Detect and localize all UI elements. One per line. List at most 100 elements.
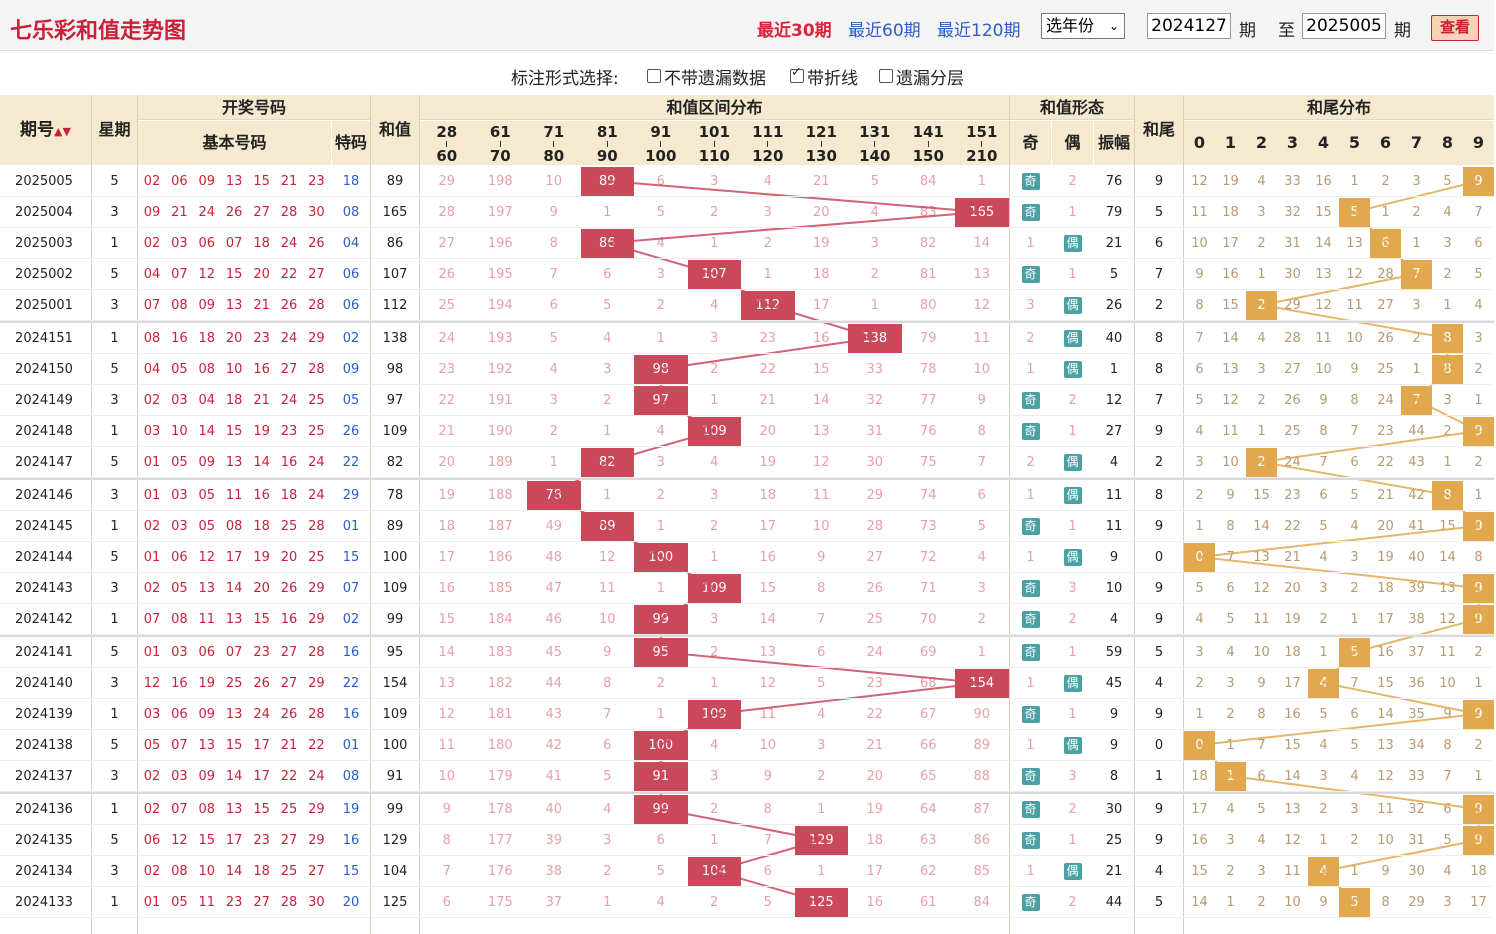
- range-miss-cell: 1: [763, 267, 772, 282]
- range-miss-cell: 8: [549, 236, 558, 251]
- basic-number: 01: [143, 488, 161, 503]
- sum-hit-cell: 91: [634, 762, 688, 791]
- tail-miss-cell: 20: [1284, 581, 1301, 596]
- range-miss-cell: 5: [763, 895, 772, 910]
- even-badge: 偶: [1063, 863, 1082, 880]
- range-miss-cell: 11: [438, 738, 456, 753]
- basic-number: 25: [308, 393, 325, 408]
- range-miss-cell: 3: [977, 581, 986, 596]
- sum-hit-cell: 99: [634, 605, 688, 634]
- tail-miss-cell: 13: [1315, 267, 1332, 282]
- issue-header[interactable]: 期号▲▼: [0, 95, 91, 165]
- year-select[interactable]: 选年份 ⌄: [1041, 13, 1125, 39]
- tail-miss-cell: 5: [1195, 393, 1204, 408]
- checkbox-icon[interactable]: [879, 69, 893, 83]
- tail-header-cell: 0: [1184, 121, 1215, 165]
- range-miss-cell: 68: [919, 676, 937, 691]
- odd-cell: 奇: [1010, 761, 1051, 792]
- tail-miss-cell: 3: [1350, 550, 1359, 565]
- tail-cell: 1: [1154, 769, 1164, 784]
- tail-miss-cell: 7: [1195, 331, 1204, 346]
- checkbox-icon[interactable]: [647, 69, 661, 83]
- tail-miss-cell: 2: [1226, 707, 1235, 722]
- range-miss-cell: 16: [812, 331, 830, 346]
- tail-cell: 9: [1154, 424, 1164, 439]
- sum-hit-cell: 125: [794, 888, 848, 917]
- issue-to-input[interactable]: 2025005: [1302, 13, 1386, 39]
- range-miss-cell: 4: [549, 362, 558, 377]
- tail-miss-cell: 1: [1350, 612, 1359, 627]
- range-miss-cell: 4: [870, 205, 879, 220]
- basic-number: 21: [253, 393, 270, 408]
- range-miss-cell: 2: [656, 298, 665, 313]
- range-miss-cell: 10: [598, 612, 616, 627]
- sum-cell: 104: [382, 864, 408, 879]
- range-miss-cell: 80: [919, 298, 937, 313]
- checkbox-checked-icon[interactable]: [790, 65, 804, 83]
- option-polyline[interactable]: 带折线: [790, 64, 858, 89]
- range-high: 120: [752, 147, 784, 165]
- odd-badge: 奇: [1021, 266, 1040, 283]
- range-miss-cell: 77: [919, 393, 937, 408]
- range-miss-cell: 18: [438, 519, 456, 534]
- basic-number: 14: [225, 769, 243, 784]
- issue-cell: 2024144: [15, 550, 73, 565]
- range-miss-cell: 183: [487, 645, 513, 660]
- view-button[interactable]: 查看: [1431, 15, 1479, 41]
- group-divider: [0, 478, 1494, 480]
- issue-cell: 2024141: [15, 645, 73, 660]
- basic-number: 28: [308, 362, 325, 377]
- amp-cell: 25: [1105, 833, 1123, 848]
- basic-number: 20: [280, 550, 298, 565]
- tail-miss-cell: 12: [1315, 298, 1332, 313]
- range-miss-cell: 66: [919, 738, 937, 753]
- period-120-link[interactable]: 最近120期: [937, 16, 1020, 41]
- range-miss-cell: 29: [866, 488, 884, 503]
- range-miss-cell: 24: [438, 331, 456, 346]
- issue-cell: 2025004: [15, 205, 73, 220]
- period-30-link[interactable]: 最近30期: [757, 16, 832, 41]
- issue-from-input[interactable]: 2024127: [1147, 13, 1231, 39]
- range-miss-cell: 176: [487, 864, 513, 879]
- tail-header-cell: 2: [1246, 121, 1277, 165]
- tail-miss-cell: 1: [1412, 236, 1421, 251]
- tail-miss-cell: 19: [1284, 612, 1301, 627]
- tail-miss-cell: 14: [1284, 769, 1301, 784]
- tail-miss-cell: 23: [1284, 488, 1301, 503]
- basic-number: 13: [225, 707, 243, 722]
- period-60-link[interactable]: 最近60期: [848, 16, 921, 41]
- range-miss-cell: 6: [763, 864, 772, 879]
- row-divider: [0, 289, 1494, 290]
- odd-cell: 奇: [1010, 511, 1051, 542]
- tail-miss-cell: 3: [1257, 205, 1266, 220]
- basic-number: 03: [171, 236, 188, 251]
- option-no-miss[interactable]: 不带遗漏数据: [647, 64, 766, 89]
- tail-cell: 2: [1154, 455, 1164, 470]
- range-miss-cell: 29: [438, 174, 456, 189]
- special-number: 15: [342, 864, 360, 879]
- row-divider: [0, 917, 1494, 918]
- tail-miss-cell: 17: [1191, 802, 1208, 817]
- range-miss-cell: 46: [545, 612, 563, 627]
- option-miss-layer[interactable]: 遗漏分层: [879, 64, 964, 89]
- tail-miss-cell: 10: [1346, 331, 1363, 346]
- row-divider: [0, 384, 1494, 385]
- sum-cell: 98: [386, 362, 404, 377]
- tail-miss-cell: 37: [1408, 645, 1425, 660]
- tail-miss-cell: 40: [1408, 550, 1425, 565]
- range-miss-cell: 18: [812, 267, 830, 282]
- tail-miss-cell: 2: [1350, 581, 1359, 596]
- basic-number: 25: [308, 424, 325, 439]
- basic-number: 02: [143, 519, 161, 534]
- odd-badge: 奇: [1021, 423, 1040, 440]
- basic-number: 28: [308, 298, 325, 313]
- range-miss-cell: 63: [919, 833, 937, 848]
- range-miss-cell: 4: [763, 174, 772, 189]
- range-miss-cell: 78: [919, 362, 937, 377]
- basic-number: 20: [225, 331, 243, 346]
- range-miss-cell: 79: [919, 331, 937, 346]
- range-miss-cell: 71: [919, 581, 937, 596]
- range-miss-cell: 180: [487, 738, 513, 753]
- range-miss-cell: 13: [759, 645, 777, 660]
- week-cell: 1: [110, 612, 119, 627]
